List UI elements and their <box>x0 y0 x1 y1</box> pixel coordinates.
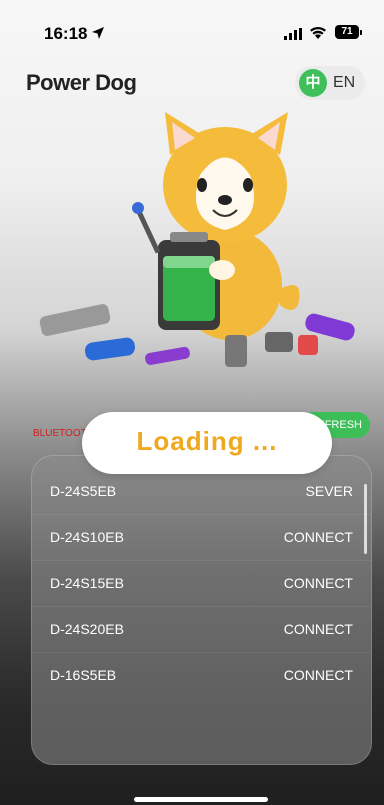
device-row[interactable]: D-24S20EB CONNECT <box>32 607 371 653</box>
device-row[interactable]: D-24S15EB CONNECT <box>32 561 371 607</box>
loading-text: Loading ... <box>136 426 278 456</box>
device-row[interactable]: D-24S5EB SEVER <box>32 469 371 515</box>
sever-button[interactable]: SEVER <box>306 483 353 499</box>
loading-overlay: Loading ... <box>82 412 332 474</box>
wifi-icon <box>310 26 326 39</box>
status-time: 16:18 <box>44 24 88 43</box>
device-row[interactable]: D-16S5EB CONNECT <box>32 653 371 699</box>
lang-en-option[interactable]: EN <box>333 74 355 92</box>
battery-nub <box>360 30 362 35</box>
cellular-signal-icon <box>284 28 302 40</box>
connect-button[interactable]: CONNECT <box>284 621 353 637</box>
battery-icon: 71 <box>335 25 359 39</box>
app-title: Power Dog <box>26 70 137 95</box>
lang-zh-option[interactable]: 中 <box>299 69 327 97</box>
home-indicator[interactable] <box>134 797 268 802</box>
bluetooth-label: BLUETOOT <box>33 428 87 439</box>
device-name: D-24S20EB <box>50 621 124 637</box>
connect-button[interactable]: CONNECT <box>284 575 353 591</box>
device-row[interactable]: D-24S10EB CONNECT <box>32 515 371 561</box>
device-name: D-24S15EB <box>50 575 124 591</box>
corgi-mascot-illustration <box>39 112 355 367</box>
battery-level: 71 <box>341 26 353 37</box>
device-name: D-24S10EB <box>50 529 124 545</box>
connect-button[interactable]: CONNECT <box>284 667 353 683</box>
connect-button[interactable]: CONNECT <box>284 529 353 545</box>
location-arrow-icon <box>92 27 104 39</box>
status-bar: 16:18 71 <box>0 0 384 60</box>
device-name: D-16S5EB <box>50 667 117 683</box>
scrollbar[interactable] <box>364 484 367 554</box>
device-list: D-24S5EB SEVER D-24S10EB CONNECT D-24S15… <box>31 455 372 765</box>
device-name: D-24S5EB <box>50 483 117 499</box>
language-toggle[interactable]: 中 EN <box>295 66 365 100</box>
